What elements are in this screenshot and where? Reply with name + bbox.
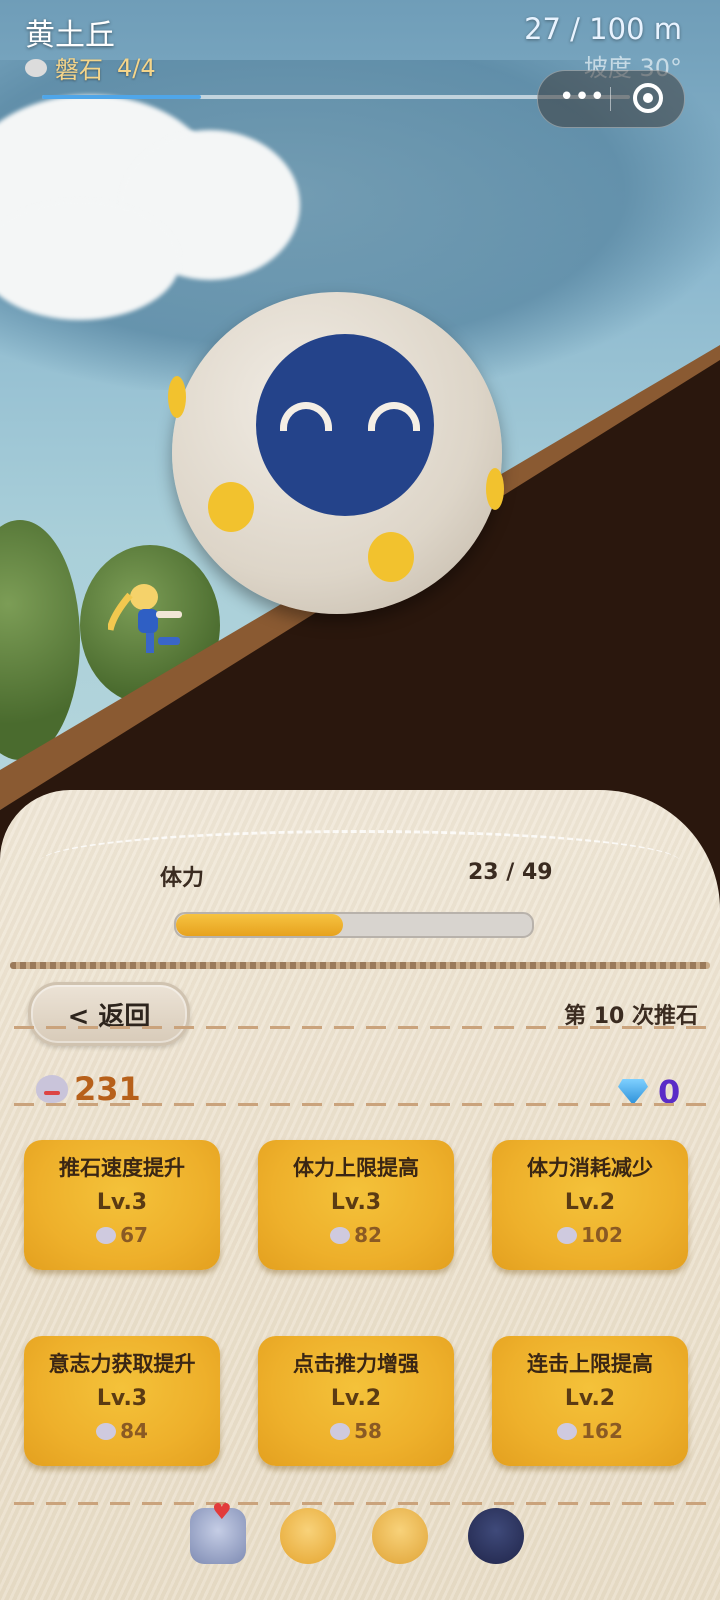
upgrade-level: Lv.2 [564,1386,616,1411]
upgrade-name: 意志力获取提升 [48,1352,196,1376]
upgrade-name: 体力上限提高 [293,1156,419,1180]
upgrade-cost: 67 [24,1223,220,1247]
upgrade-card-willpower-gain[interactable]: 意志力获取提升 Lv.3 84 [24,1336,220,1466]
dock-girl-icon[interactable] [372,1508,428,1564]
upgrade-level: Lv.3 [330,1190,382,1215]
upgrade-card-stamina-max[interactable]: 体力上限提高 Lv.3 82 [258,1140,454,1270]
upgrade-name: 点击推力增强 [293,1352,419,1376]
upgrade-level: Lv.3 [96,1190,148,1215]
upgrade-name: 推石速度提升 [59,1156,185,1180]
upgrade-cost: 84 [24,1419,220,1443]
stamina-label: 体力 [160,866,205,891]
boulder-ear [168,376,186,418]
upgrade-level: Lv.3 [96,1386,148,1411]
upgrade-cost-value: 67 [120,1223,148,1247]
upgrade-cost-value: 82 [354,1223,382,1247]
more-menu-button[interactable]: ••• [552,71,612,127]
upgrade-level: Lv.2 [330,1386,382,1411]
upgrade-cost: 102 [492,1223,688,1247]
upgrade-card-stamina-cost[interactable]: 体力消耗减少 Lv.2 102 [492,1140,688,1270]
stone-count: 4/4 [117,53,156,82]
capsule-divider [610,87,611,111]
boulder-face [256,334,434,516]
distance-progress-fill [42,95,201,99]
heart-badge-icon: ♥ [212,1500,232,1525]
boulder-eye [368,402,420,431]
upgrade-cost-value: 162 [581,1419,623,1443]
upgrade-card-combo-max[interactable]: 连击上限提高 Lv.2 162 [492,1336,688,1466]
upgrade-cost-value: 102 [581,1223,623,1247]
panel-stitching [40,830,680,893]
upgrade-card-push-speed[interactable]: 推石速度提升 Lv.3 67 [24,1140,220,1270]
boulder-character[interactable] [168,292,504,614]
upgrade-cost-value: 84 [120,1419,148,1443]
dock-boulder-icon[interactable] [468,1508,524,1564]
stone-icon [25,58,47,77]
stamina-value: 23 / 49 [468,860,553,885]
boulder-cheek [368,532,414,582]
stamina-bar-fill [176,914,344,936]
upgrade-cost: 82 [258,1223,454,1247]
dashed-divider [14,1103,706,1106]
rope-divider [10,962,710,969]
willpower-icon [330,1422,351,1440]
willpower-icon [96,1226,117,1244]
mini-program-capsule: ••• [537,70,685,128]
upgrade-cost: 58 [258,1419,454,1443]
dashed-divider [14,1502,706,1505]
back-button[interactable]: < 返回 [28,982,190,1046]
close-target-icon[interactable] [633,83,663,113]
dock-girl-star-icon[interactable] [280,1508,336,1564]
game-scene[interactable] [0,0,720,900]
boulder-cheek [208,482,254,532]
stone-indicator: 磐石 4/4 [25,50,156,85]
stone-label: 磐石 [55,56,103,84]
gem-icon [618,1079,648,1105]
boulder-eye [280,402,332,431]
willpower-icon [36,1075,68,1103]
willpower-icon [330,1226,351,1244]
upgrade-cost-value: 58 [354,1419,382,1443]
willpower-icon [96,1422,117,1440]
willpower-icon [557,1422,578,1440]
upgrade-cost: 162 [492,1419,688,1443]
upgrade-name: 连击上限提高 [527,1352,653,1376]
level-title: 黄土丘 [25,18,115,53]
upgrade-name: 体力消耗减少 [527,1156,653,1180]
upgrade-level: Lv.2 [564,1190,616,1215]
distance-readout: 27 / 100 m [524,12,682,46]
upgrade-card-tap-power[interactable]: 点击推力增强 Lv.2 58 [258,1336,454,1466]
tree [0,520,80,760]
pushing-girl-character [108,584,182,653]
dashed-divider [14,1026,706,1029]
stamina-bar [174,912,534,938]
willpower-icon [557,1226,578,1244]
boulder-ear [486,468,504,510]
